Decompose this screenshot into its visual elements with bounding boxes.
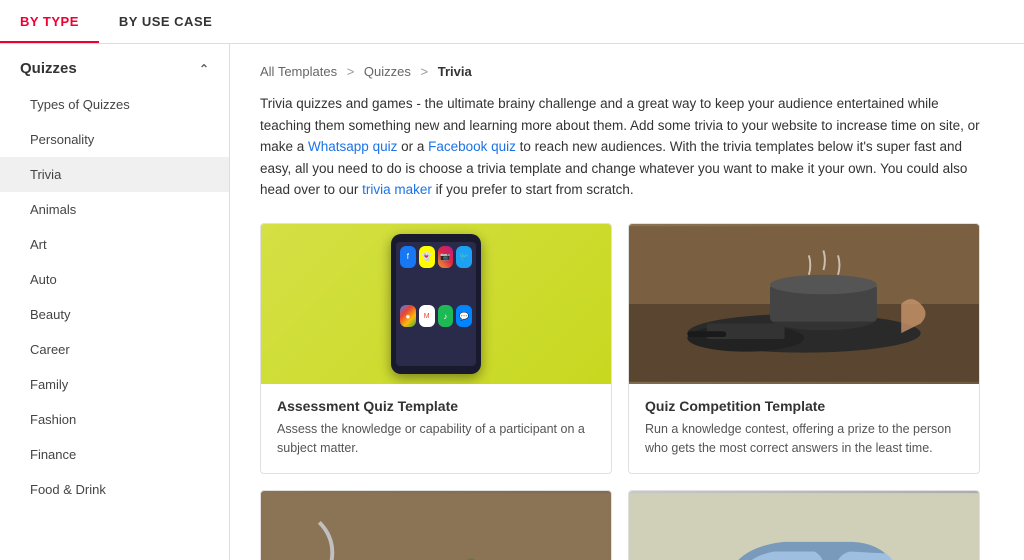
content-area: All Templates > Quizzes > Trivia Trivia … bbox=[230, 44, 1024, 560]
cooking-svg bbox=[629, 224, 979, 384]
breadcrumb-all-templates[interactable]: All Templates bbox=[260, 64, 337, 79]
facebook-quiz-link[interactable]: Facebook quiz bbox=[428, 139, 516, 154]
tab-by-type[interactable]: BY TYPE bbox=[0, 0, 99, 43]
sidebar-item-animals[interactable]: Animals bbox=[0, 192, 229, 227]
card-desc-competition: Run a knowledge contest, offering a priz… bbox=[645, 420, 963, 458]
breadcrumb: All Templates > Quizzes > Trivia bbox=[260, 64, 994, 79]
sidebar-item-personality[interactable]: Personality bbox=[0, 122, 229, 157]
card-title-assessment: Assessment Quiz Template bbox=[277, 398, 595, 414]
breadcrumb-sep-2: > bbox=[421, 64, 432, 79]
app-icon-snapchat: 👻 bbox=[419, 246, 435, 268]
car-svg bbox=[629, 491, 979, 560]
sidebar-item-fashion[interactable]: Fashion bbox=[0, 402, 229, 437]
card-car[interactable] bbox=[628, 490, 980, 560]
sidebar-item-art[interactable]: Art bbox=[0, 227, 229, 262]
card-image-cooking bbox=[629, 224, 979, 384]
tab-by-use-case[interactable]: BY USE CASE bbox=[99, 0, 232, 43]
breadcrumb-quizzes[interactable]: Quizzes bbox=[364, 64, 411, 79]
app-icon-spotify: ♪ bbox=[438, 305, 454, 327]
sidebar-item-finance[interactable]: Finance bbox=[0, 437, 229, 472]
sidebar-item-food-drink[interactable]: Food & Drink bbox=[0, 472, 229, 507]
card-assessment-quiz[interactable]: f 👻 📷 🐦 ● M ♪ 💬 Assessment Quiz Template bbox=[260, 223, 612, 475]
sidebar-item-family[interactable]: Family bbox=[0, 367, 229, 402]
phone-screen: f 👻 📷 🐦 ● M ♪ 💬 bbox=[396, 242, 476, 366]
sidebar-section-quizzes[interactable]: Quizzes ⌃ bbox=[0, 44, 229, 87]
page-description: Trivia quizzes and games - the ultimate … bbox=[260, 93, 980, 201]
breadcrumb-sep-1: > bbox=[347, 64, 358, 79]
card-image-car bbox=[629, 491, 979, 560]
app-icon-messenger: 💬 bbox=[456, 305, 472, 327]
app-icon-chrome: ● bbox=[400, 305, 416, 327]
card-body-assessment: Assessment Quiz Template Assess the know… bbox=[261, 384, 611, 474]
app-icon-twitter: 🐦 bbox=[456, 246, 472, 268]
card-image-phone: f 👻 📷 🐦 ● M ♪ 💬 bbox=[261, 224, 611, 384]
card-desc-assessment: Assess the knowledge or capability of a … bbox=[277, 420, 595, 458]
sidebar-section-label: Quizzes bbox=[20, 60, 77, 77]
sidebar-item-trivia[interactable]: Trivia bbox=[0, 157, 229, 192]
card-health[interactable] bbox=[260, 490, 612, 560]
phone-mockup: f 👻 📷 🐦 ● M ♪ 💬 bbox=[391, 234, 481, 374]
desc-text-mid1: or a bbox=[397, 139, 428, 154]
card-image-health bbox=[261, 491, 611, 560]
health-svg bbox=[261, 491, 611, 560]
card-body-competition: Quiz Competition Template Run a knowledg… bbox=[629, 384, 979, 474]
desc-text-end: if you prefer to start from scratch. bbox=[432, 182, 634, 197]
sidebar-item-types-of-quizzes[interactable]: Types of Quizzes bbox=[0, 87, 229, 122]
app-icon-gmail: M bbox=[419, 305, 435, 327]
sidebar-item-career[interactable]: Career bbox=[0, 332, 229, 367]
sidebar-item-auto[interactable]: Auto bbox=[0, 262, 229, 297]
app-icon-instagram: 📷 bbox=[438, 246, 454, 268]
chevron-up-icon: ⌃ bbox=[199, 62, 209, 76]
card-quiz-competition[interactable]: Quiz Competition Template Run a knowledg… bbox=[628, 223, 980, 475]
cards-grid: f 👻 📷 🐦 ● M ♪ 💬 Assessment Quiz Template bbox=[260, 223, 980, 560]
main-layout: Quizzes ⌃ Types of Quizzes Personality T… bbox=[0, 44, 1024, 560]
whatsapp-quiz-link[interactable]: Whatsapp quiz bbox=[308, 139, 397, 154]
trivia-maker-link[interactable]: trivia maker bbox=[362, 182, 432, 197]
sidebar: Quizzes ⌃ Types of Quizzes Personality T… bbox=[0, 44, 230, 560]
app-icon-facebook: f bbox=[400, 246, 416, 268]
card-title-competition: Quiz Competition Template bbox=[645, 398, 963, 414]
breadcrumb-current: Trivia bbox=[438, 64, 472, 79]
sidebar-item-beauty[interactable]: Beauty bbox=[0, 297, 229, 332]
top-navigation: BY TYPE BY USE CASE bbox=[0, 0, 1024, 44]
